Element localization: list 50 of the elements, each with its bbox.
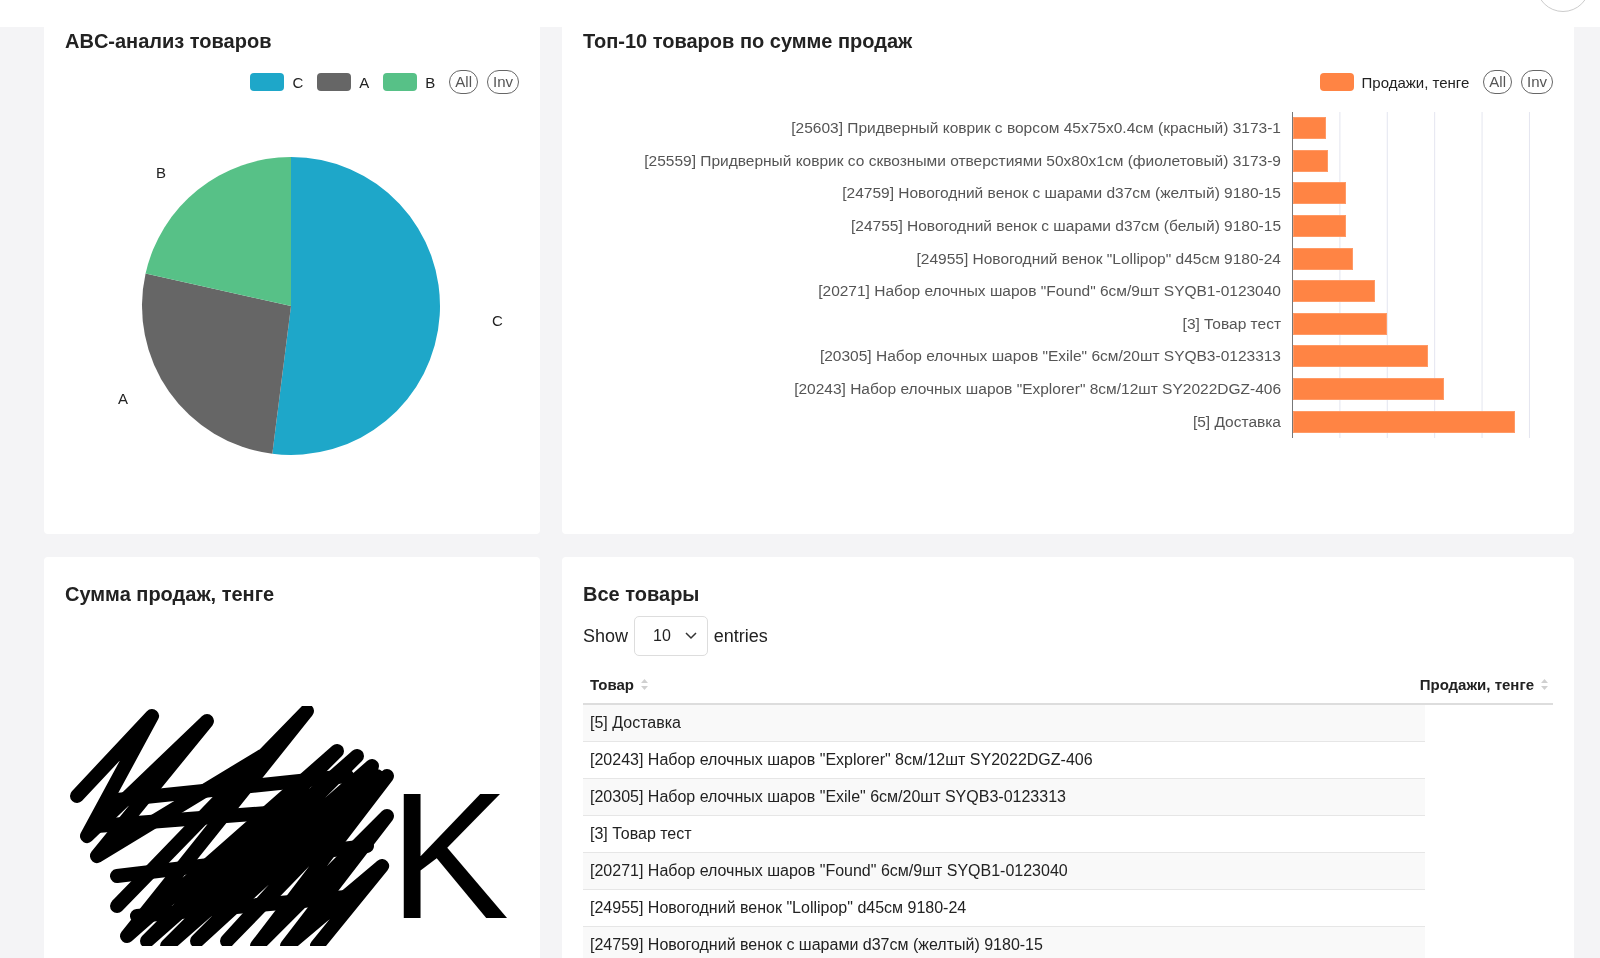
table-cell-text: [20243] Набор елочных шаров "Explorer" 8см/12шт SY2022DGZ-406 bbox=[589, 751, 1093, 769]
caret-icon bbox=[684, 632, 697, 640]
legend-swatch[interactable] bbox=[250, 73, 285, 91]
slice-label: B bbox=[156, 164, 166, 181]
table-cell-text: [24759] Новогодний венок с шарами d37см (желтый) 9180-15 bbox=[589, 936, 1043, 954]
bar-label: [24955] Новогодний венок "Lollipop" d45см 9180-24 bbox=[915, 249, 1282, 268]
table-cell-text: [24955] Новогодний венок "Lollipop" d45см 9180-24 bbox=[589, 899, 967, 917]
legend-button[interactable]: Inv bbox=[487, 70, 519, 94]
sort-icon bbox=[639, 678, 649, 691]
bar-label: [24755] Новогодний венок с шарами d37см (белый) 9180-15 bbox=[850, 217, 1282, 236]
legend-button[interactable]: Inv bbox=[1521, 70, 1553, 94]
bar-label: [3] Товар тест bbox=[1181, 314, 1282, 333]
legend-label[interactable]: B bbox=[425, 73, 436, 91]
legend-button[interactable]: All bbox=[449, 70, 478, 94]
bar-label: [25559] Придверный коврик со сквозными отверстиями 50x80x1см (фиолетовый) 3173-9 bbox=[643, 151, 1282, 170]
entries-label: entries bbox=[713, 625, 768, 647]
legend-swatch[interactable] bbox=[383, 73, 418, 91]
bar-label: [5] Доставка bbox=[1191, 412, 1282, 431]
card-title: Все товары bbox=[583, 582, 701, 606]
bar bbox=[1293, 215, 1346, 238]
table-cell-text: [20305] Набор елочных шаров "Exile" 6см/20шт SYQB3-0123313 bbox=[589, 788, 1066, 806]
bar-label: [25603] Придверный коврик с ворсом 45x75x0.4см (красный) 3173-1 bbox=[790, 119, 1282, 138]
table-cell-text: [3] Товар тест bbox=[589, 825, 692, 843]
slice-label: A bbox=[118, 390, 128, 407]
table-cell-text: [20271] Набор елочных шаров "Found" 6см/9шт SYQB1-0123040 bbox=[589, 862, 1068, 880]
slice-label: C bbox=[492, 312, 503, 329]
table-cell-text: [5] Доставка bbox=[589, 714, 681, 732]
legend-swatch[interactable] bbox=[317, 73, 352, 91]
column-header[interactable]: Продажи, тенге bbox=[1419, 676, 1553, 693]
legend-swatch[interactable] bbox=[1319, 73, 1354, 91]
bar bbox=[1293, 247, 1353, 270]
card-title: Топ-10 товаров по сумме продаж bbox=[583, 29, 914, 53]
bar-label: [24759] Новогодний венок с шарами d37см (желтый) 9180-15 bbox=[841, 184, 1282, 203]
legend-button[interactable]: All bbox=[1483, 70, 1512, 94]
sort-icon bbox=[1540, 678, 1549, 691]
card-title: ABC-анализ товаров bbox=[65, 29, 273, 53]
legend-label[interactable]: C bbox=[292, 73, 304, 91]
sales-value: K bbox=[389, 786, 510, 926]
bar-label: [20271] Набор елочных шаров "Found" 6см/9шт SYQB1-0123040 bbox=[817, 282, 1282, 301]
card-title: Сумма продаж, тенге bbox=[65, 582, 276, 606]
show-label: Show bbox=[583, 625, 629, 647]
column-header[interactable]: Товар bbox=[590, 676, 649, 693]
page-size-select[interactable]: 10 bbox=[634, 616, 708, 656]
legend-label[interactable]: Продажи, тенге bbox=[1361, 73, 1470, 91]
bar bbox=[1293, 117, 1326, 140]
bar bbox=[1293, 149, 1328, 172]
bar-label: [20243] Набор елочных шаров "Explorer" 8см/12шт SY2022DGZ-406 bbox=[793, 380, 1282, 399]
legend-label[interactable]: A bbox=[359, 73, 370, 91]
bar-label: [20305] Набор елочных шаров "Exile" 6см/20шт SYQB3-0123313 bbox=[818, 347, 1282, 366]
bar bbox=[1293, 182, 1346, 205]
